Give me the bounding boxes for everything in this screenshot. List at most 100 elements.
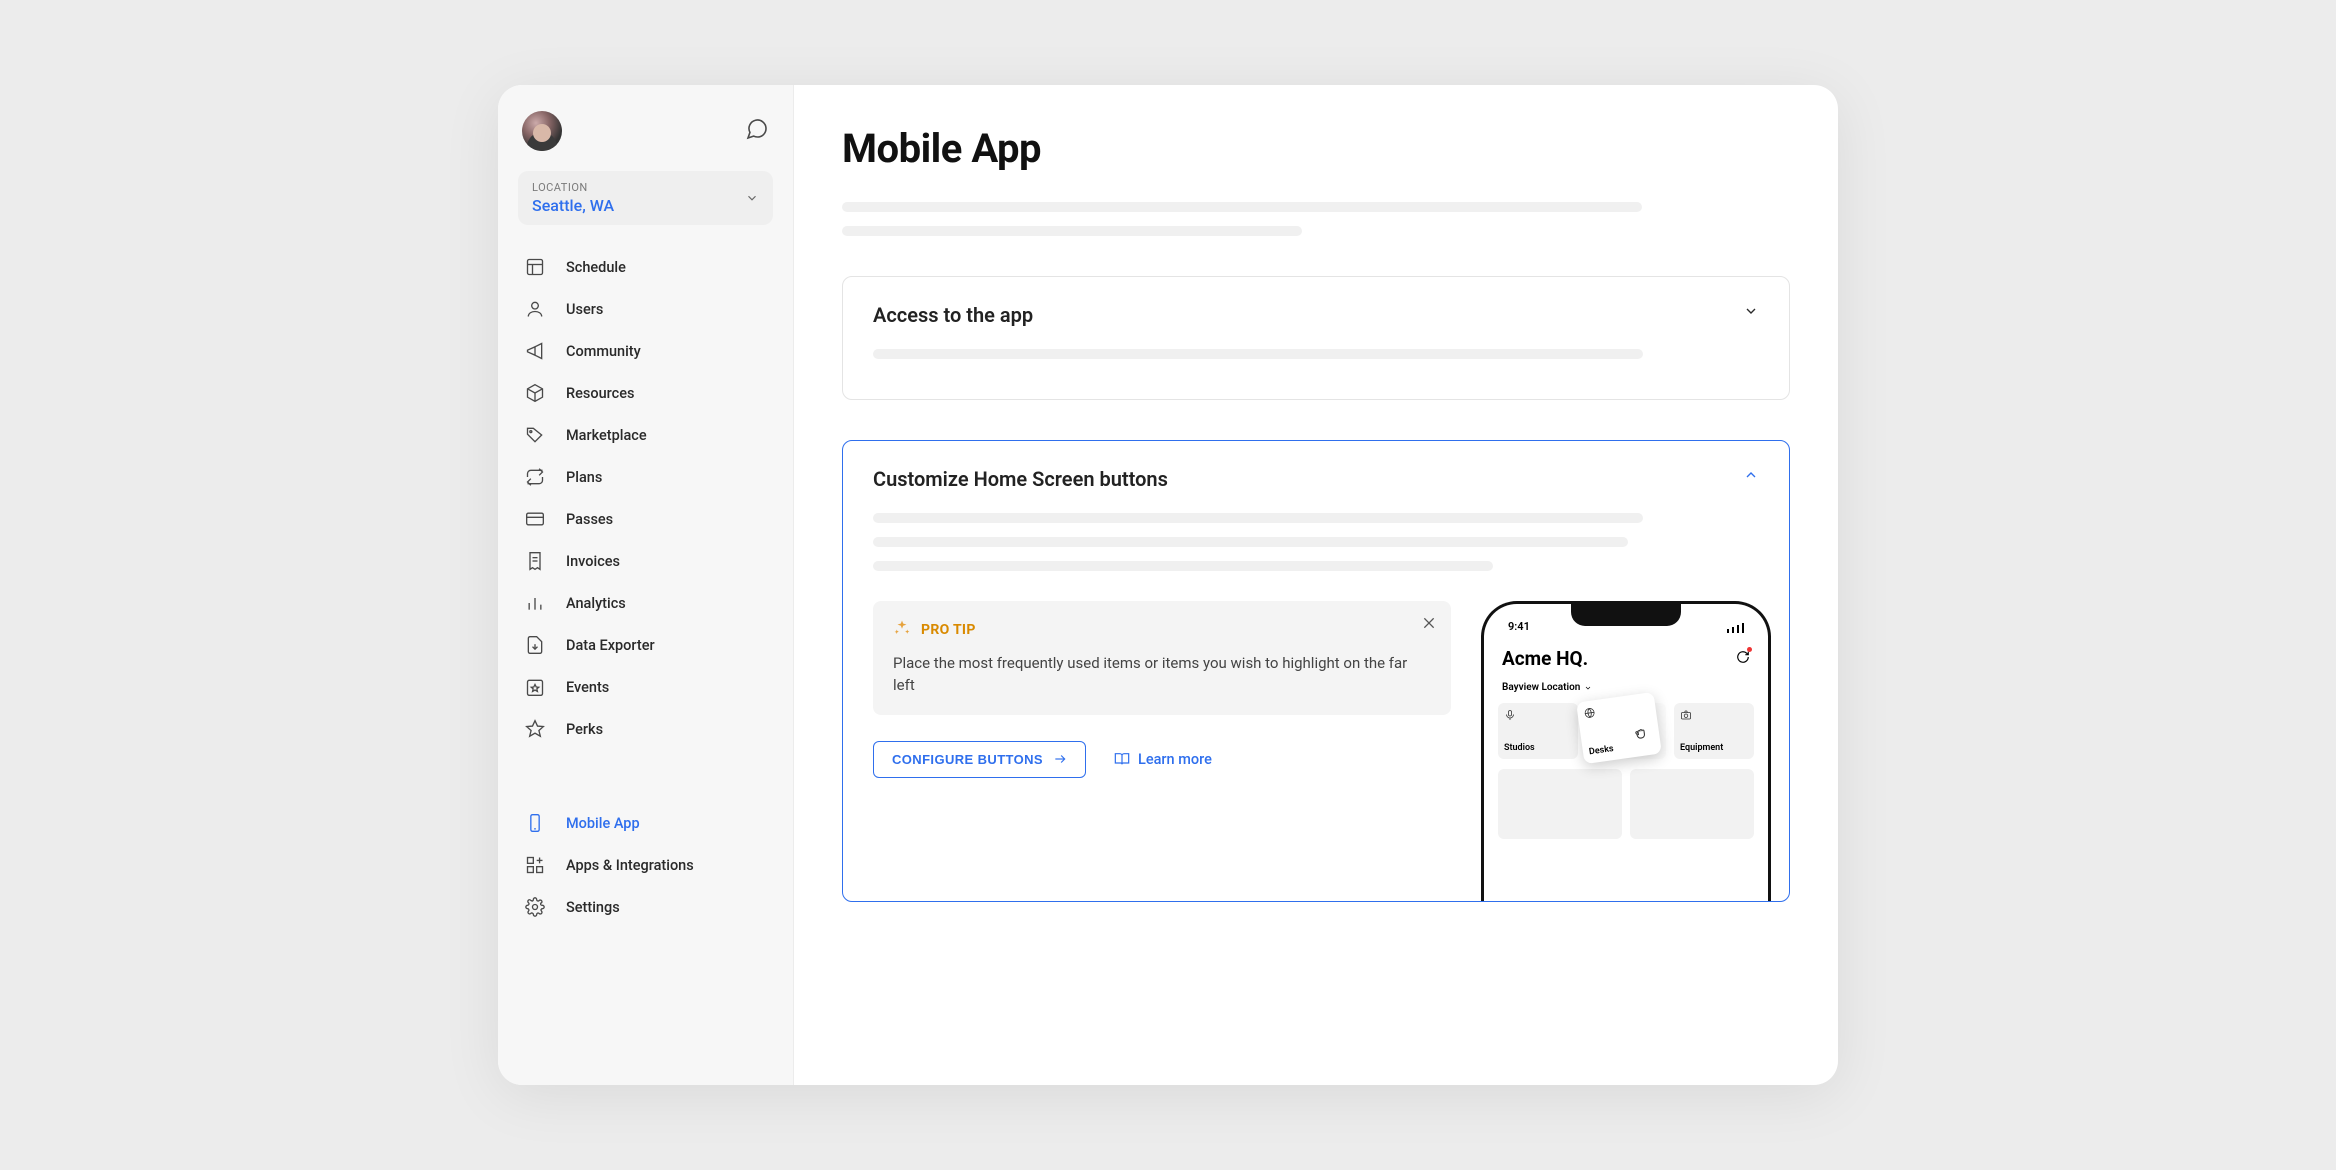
learn-more-link[interactable]: Learn more bbox=[1114, 751, 1212, 768]
book-icon bbox=[1114, 751, 1130, 767]
sidebar-item-mobile-app[interactable]: Mobile App bbox=[518, 803, 773, 843]
skeleton-line bbox=[842, 226, 1302, 236]
button-label: CONFIGURE BUTTONS bbox=[892, 752, 1043, 767]
sidebar-item-marketplace[interactable]: Marketplace bbox=[518, 415, 773, 455]
chevron-down-icon bbox=[1584, 684, 1592, 692]
skeleton-line bbox=[842, 202, 1642, 212]
phone-time: 9:41 bbox=[1508, 620, 1530, 633]
calendar-star-icon bbox=[524, 677, 546, 697]
sidebar-item-settings[interactable]: Settings bbox=[518, 887, 773, 927]
sidebar-item-users[interactable]: Users bbox=[518, 289, 773, 329]
download-icon bbox=[524, 635, 546, 655]
phone-notch bbox=[1571, 604, 1681, 626]
phone-tile-blank bbox=[1630, 769, 1754, 839]
grab-cursor-icon bbox=[1632, 725, 1651, 747]
sidebar-item-label: Analytics bbox=[566, 595, 626, 612]
phone-tile-desks-dragging: Desks bbox=[1576, 692, 1662, 764]
sidebar-item-label: Schedule bbox=[566, 259, 626, 276]
star-icon bbox=[524, 719, 546, 739]
sidebar-item-schedule[interactable]: Schedule bbox=[518, 247, 773, 287]
refresh-icon bbox=[1736, 649, 1750, 668]
card-title: Access to the app bbox=[873, 303, 1033, 327]
pro-tip-box: PRO TIP Place the most frequently used i… bbox=[873, 601, 1451, 715]
tile-label: Equipment bbox=[1680, 743, 1748, 753]
chevron-down-icon bbox=[745, 191, 759, 205]
sidebar-item-apps-integrations[interactable]: Apps & Integrations bbox=[518, 845, 773, 885]
repeat-icon bbox=[524, 467, 546, 487]
phone-tile-blank bbox=[1498, 769, 1622, 839]
sidebar-item-events[interactable]: Events bbox=[518, 667, 773, 707]
signal-icon bbox=[1727, 620, 1744, 633]
card-title: Customize Home Screen buttons bbox=[873, 467, 1168, 491]
pro-tip-badge: PRO TIP bbox=[921, 622, 976, 638]
phone-location: Bayview Location bbox=[1498, 682, 1754, 693]
location-label: LOCATION bbox=[532, 181, 614, 194]
avatar[interactable] bbox=[522, 111, 562, 151]
pro-tip-text: Place the most frequently used items or … bbox=[893, 653, 1431, 697]
sidebar-item-community[interactable]: Community bbox=[518, 331, 773, 371]
globe-icon bbox=[1583, 706, 1597, 720]
sidebar-item-label: Passes bbox=[566, 511, 613, 528]
sidebar: LOCATION Seattle, WA Schedule Users Comm… bbox=[498, 85, 794, 1085]
chevron-down-icon bbox=[1743, 303, 1759, 323]
box-icon bbox=[524, 383, 546, 403]
skeleton-line bbox=[873, 537, 1628, 547]
secondary-nav: Mobile App Apps & Integrations Settings bbox=[518, 803, 773, 927]
chevron-up-icon[interactable] bbox=[1743, 467, 1759, 487]
apps-icon bbox=[524, 855, 546, 875]
skeleton-line bbox=[873, 349, 1643, 359]
megaphone-icon bbox=[524, 341, 546, 361]
sidebar-item-analytics[interactable]: Analytics bbox=[518, 583, 773, 623]
main-content: Mobile App Access to the app Customize H… bbox=[794, 85, 1838, 1085]
skeleton-line bbox=[873, 561, 1493, 571]
card-customize-home: Customize Home Screen buttons PRO TIP bbox=[842, 440, 1790, 902]
phone-tile-equipment: Equipment bbox=[1674, 703, 1754, 759]
sidebar-item-label: Perks bbox=[566, 721, 603, 738]
sidebar-item-label: Users bbox=[566, 301, 603, 318]
sidebar-item-label: Resources bbox=[566, 385, 634, 402]
user-icon bbox=[524, 299, 546, 319]
location-selector[interactable]: LOCATION Seattle, WA bbox=[518, 171, 773, 225]
sparkle-icon bbox=[893, 619, 911, 641]
gear-icon bbox=[524, 897, 546, 917]
sidebar-item-label: Invoices bbox=[566, 553, 620, 570]
arrow-right-icon bbox=[1053, 752, 1067, 766]
phone-tile-studios: Studios bbox=[1498, 703, 1578, 759]
sidebar-item-label: Events bbox=[566, 679, 609, 696]
sidebar-item-label: Data Exporter bbox=[566, 637, 655, 654]
layout-icon bbox=[524, 257, 546, 277]
sidebar-item-label: Community bbox=[566, 343, 641, 360]
phone-mockup: 9:41 Acme HQ. Bayview Location bbox=[1481, 601, 1771, 901]
sidebar-item-perks[interactable]: Perks bbox=[518, 709, 773, 749]
sidebar-item-data-exporter[interactable]: Data Exporter bbox=[518, 625, 773, 665]
card-access[interactable]: Access to the app bbox=[842, 276, 1790, 400]
close-icon[interactable] bbox=[1421, 615, 1437, 635]
sidebar-item-label: Apps & Integrations bbox=[566, 857, 694, 874]
location-value: Seattle, WA bbox=[532, 196, 614, 215]
page-title: Mobile App bbox=[842, 125, 1790, 172]
sidebar-item-label: Marketplace bbox=[566, 427, 647, 444]
card-icon bbox=[524, 509, 546, 529]
sidebar-item-resources[interactable]: Resources bbox=[518, 373, 773, 413]
sidebar-item-invoices[interactable]: Invoices bbox=[518, 541, 773, 581]
chart-icon bbox=[524, 593, 546, 613]
sidebar-item-label: Plans bbox=[566, 469, 602, 486]
phone-app-name: Acme HQ. bbox=[1502, 647, 1588, 670]
chat-icon[interactable] bbox=[745, 117, 769, 145]
sidebar-item-label: Mobile App bbox=[566, 815, 640, 832]
sidebar-item-plans[interactable]: Plans bbox=[518, 457, 773, 497]
app-window: LOCATION Seattle, WA Schedule Users Comm… bbox=[498, 85, 1838, 1085]
skeleton-line bbox=[873, 513, 1643, 523]
primary-nav: Schedule Users Community Resources Marke… bbox=[518, 247, 773, 749]
phone-location-label: Bayview Location bbox=[1502, 682, 1580, 693]
receipt-icon bbox=[524, 551, 546, 571]
configure-buttons-button[interactable]: CONFIGURE BUTTONS bbox=[873, 741, 1086, 778]
tile-label: Studios bbox=[1504, 743, 1572, 753]
tag-icon bbox=[524, 425, 546, 445]
camera-icon bbox=[1680, 709, 1692, 721]
sidebar-item-label: Settings bbox=[566, 899, 620, 916]
sidebar-item-passes[interactable]: Passes bbox=[518, 499, 773, 539]
link-label: Learn more bbox=[1138, 751, 1212, 768]
mobile-icon bbox=[524, 813, 546, 833]
mic-icon bbox=[1504, 709, 1516, 721]
